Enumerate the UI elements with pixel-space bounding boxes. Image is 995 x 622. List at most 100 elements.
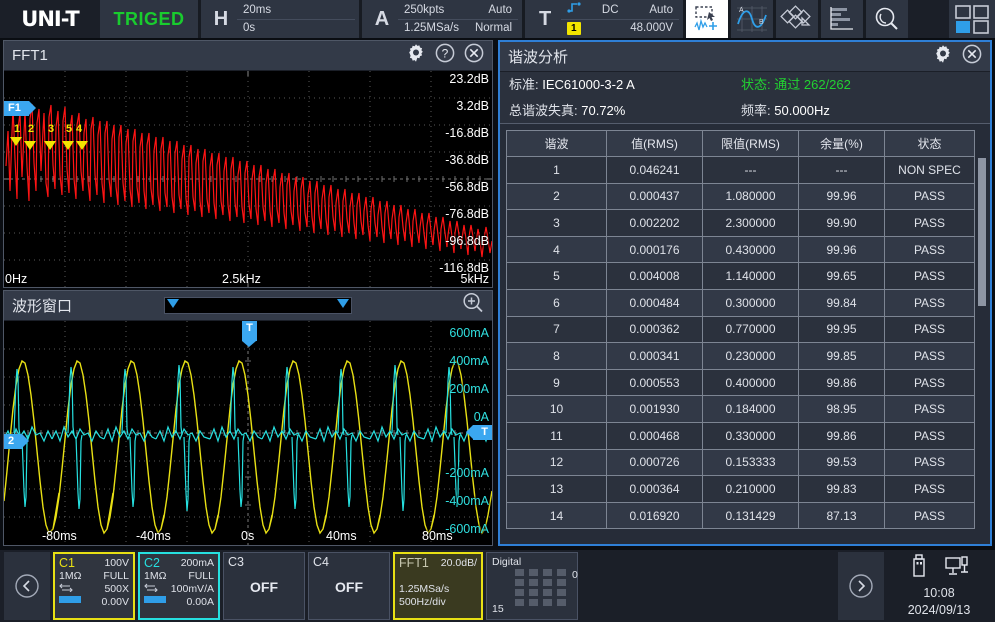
rms-value: 0.004008 [607, 263, 703, 290]
wave-ytick-1: 400mA [449, 354, 489, 368]
c2-scale: 200mA [181, 557, 214, 570]
limit-value: 1.080000 [703, 183, 799, 210]
margin-value: 99.85 [799, 343, 885, 370]
harmonic-info-block: 标准: IEC61000-3-2 A 状态: 通过 262/262 总谐波失真:… [500, 72, 990, 124]
harmonic-index: 1 [507, 157, 607, 184]
waveform-zoom-range-bar[interactable] [164, 297, 352, 314]
limit-value: 0.330000 [703, 422, 799, 449]
xy-plot-icon[interactable]: A B [731, 0, 773, 38]
harmonic-index: 11 [507, 422, 607, 449]
frequency-value: 50.000Hz [774, 103, 830, 118]
table-column-header-0: 谐波 [507, 131, 607, 157]
table-row[interactable]: 80.0003410.23000099.85PASS [507, 343, 975, 370]
table-row[interactable]: 90.0005530.40000099.86PASS [507, 369, 975, 396]
fft-harmonic-marker-4 [76, 141, 88, 150]
channel2-ground-tag[interactable]: 2 [4, 434, 22, 449]
harmonic-table-wrapper[interactable]: 谐波值(RMS)限值(RMS)余量(%)状态 10.046241------NO… [506, 130, 984, 538]
scrollbar-thumb[interactable] [978, 158, 986, 306]
layout-grid-icon[interactable] [949, 0, 995, 38]
margin-value: 99.65 [799, 263, 885, 290]
thd-value: 70.72% [581, 103, 625, 118]
rms-value: 0.000553 [607, 369, 703, 396]
channel-c3-button[interactable]: C3 OFF [223, 552, 305, 620]
channel-c2-button[interactable]: C2200mA 1MΩFULL 100mV/A 0.00A [138, 552, 220, 620]
fft-xtick-0: 0Hz [5, 272, 27, 286]
zoom-in-icon[interactable] [462, 292, 484, 319]
table-row[interactable]: 110.0004680.33000099.86PASS [507, 422, 975, 449]
table-row[interactable]: 40.0001760.43000099.96PASS [507, 236, 975, 263]
limit-value: 0.430000 [703, 236, 799, 263]
table-row[interactable]: 130.0003640.21000099.83PASS [507, 476, 975, 503]
table-row[interactable]: 50.0040081.14000099.65PASS [507, 263, 975, 290]
rms-value: 0.000484 [607, 289, 703, 316]
harmonic-panel-title: 谐波分析 [508, 46, 568, 67]
network-icon[interactable] [945, 554, 969, 583]
gear-icon[interactable] [406, 43, 426, 68]
trigger-coupling-value: DC [602, 3, 619, 18]
fft1-button[interactable]: FFT120.0dB/ 1.25MSa/s 500Hz/div [393, 552, 483, 620]
prev-page-button[interactable] [4, 552, 50, 620]
rms-value: 0.000341 [607, 343, 703, 370]
status-badge: PASS [885, 210, 975, 237]
help-icon[interactable]: ? [435, 43, 455, 68]
channel-c1-button[interactable]: C1100V 1MΩFULL 500X 0.00V [53, 552, 135, 620]
digital-top-index: 0 [572, 569, 578, 581]
gear-icon[interactable] [933, 44, 953, 69]
status-badge: PASS [885, 343, 975, 370]
margin-value: --- [799, 157, 885, 184]
trigger-settings-group[interactable]: T DC Auto 1 48.000V [525, 0, 683, 38]
fft-trace [4, 71, 492, 287]
zoom-range-left-handle[interactable] [167, 299, 179, 308]
table-row[interactable]: 100.0019300.18400098.95PASS [507, 396, 975, 423]
table-row[interactable]: 140.0169200.13142987.13PASS [507, 502, 975, 529]
table-row[interactable]: 20.0004371.08000099.96PASS [507, 183, 975, 210]
clock-date: 2024/09/13 [908, 602, 971, 619]
margin-value: 99.95 [799, 316, 885, 343]
rms-value: 0.046241 [607, 157, 703, 184]
horizontal-position-value: 0s [243, 21, 255, 36]
waveform-zoom-icon[interactable] [686, 0, 728, 38]
wave-xtick-0: -80ms [42, 529, 77, 543]
waveform-panel-title: 波形窗口 [12, 295, 72, 316]
limit-value: 0.770000 [703, 316, 799, 343]
trigger-level-tag[interactable]: T [473, 425, 492, 440]
harmonic-index: 12 [507, 449, 607, 476]
fft-plot-area[interactable]: F1 1 2 3 5 4 23.2dB 3.2dB -16.8dB -36.8d… [4, 71, 492, 287]
close-icon[interactable] [464, 43, 484, 68]
harmonic-table-scrollbar[interactable] [978, 158, 986, 534]
search-icon[interactable] [866, 0, 908, 38]
c1-level-bar [59, 596, 81, 603]
trigger-position-flag[interactable]: T [242, 321, 257, 341]
table-row[interactable]: 70.0003620.77000099.95PASS [507, 316, 975, 343]
table-row[interactable]: 10.046241------NON SPEC [507, 157, 975, 184]
table-column-header-3: 余量(%) [799, 131, 885, 157]
waveform-plot-area[interactable]: T 2 T 600mA 400mA 200mA 0A -200mA -400mA… [4, 321, 492, 545]
standard-value: IEC61000-3-2 A [542, 77, 635, 92]
acquire-mode-normal: Normal [475, 21, 512, 36]
c1-scale: 100V [104, 557, 129, 570]
wave-xtick-4: 80ms [422, 529, 453, 543]
next-page-button[interactable] [838, 552, 884, 620]
acquire-settings-group[interactable]: A 250kpts Auto 1.25MSa/s Normal [362, 0, 522, 38]
table-row[interactable]: 30.0022022.30000099.90PASS [507, 210, 975, 237]
table-row[interactable]: 60.0004840.30000099.84PASS [507, 289, 975, 316]
close-icon[interactable] [962, 44, 982, 69]
table-row[interactable]: 120.0007260.15333399.53PASS [507, 449, 975, 476]
digital-channels-button[interactable]: Digital 0 15 [486, 552, 578, 620]
limit-value: 0.153333 [703, 449, 799, 476]
horizontal-settings-group[interactable]: H 20ms 0s [201, 0, 359, 38]
brand-logo: UNI-T [0, 0, 100, 38]
channel-c4-button[interactable]: C4 OFF [308, 552, 390, 620]
histogram-icon[interactable] [821, 0, 863, 38]
margin-value: 99.86 [799, 369, 885, 396]
harmonic-analysis-panel: 谐波分析 标准: IEC61000-3-2 A 状态: 通过 262/262 总… [498, 40, 992, 546]
margin-value: 99.53 [799, 449, 885, 476]
status-badge: PASS [885, 422, 975, 449]
zoom-range-right-handle[interactable] [337, 299, 349, 308]
fft-ytick-0: 23.2dB [449, 72, 489, 86]
fft-cursor-tag-f1[interactable]: F1 [4, 101, 29, 116]
digital-bit-grid [515, 569, 568, 606]
mask-test-icon[interactable] [776, 0, 818, 38]
usb-icon[interactable] [909, 554, 929, 583]
fft-harmonic-marker-3 [44, 141, 56, 150]
